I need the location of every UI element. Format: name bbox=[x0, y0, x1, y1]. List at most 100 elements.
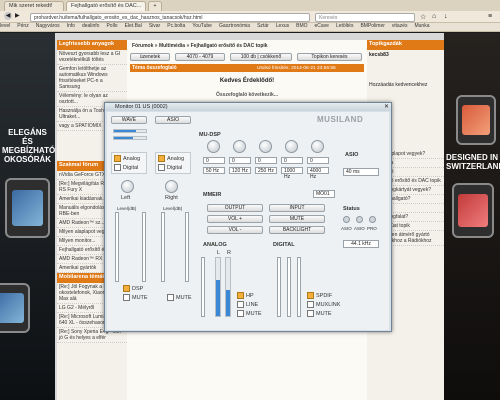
eq-gain-field[interactable]: 0 bbox=[255, 157, 277, 164]
bookmark-item[interactable]: Lexus bbox=[276, 23, 289, 29]
moderator-name[interactable]: kecsb83 bbox=[367, 50, 444, 60]
analog-option[interactable]: Analog bbox=[114, 155, 144, 162]
asio-title: ASIO bbox=[345, 152, 359, 158]
status-label: PRO bbox=[367, 226, 377, 231]
eq-gain-field[interactable]: 0 bbox=[281, 157, 303, 164]
bookmark-item[interactable]: Sivar bbox=[149, 23, 160, 29]
back-icon[interactable]: ◀ bbox=[4, 12, 12, 20]
new-tab-button[interactable]: + bbox=[148, 1, 162, 11]
eq-gain-field[interactable]: 0 bbox=[229, 157, 251, 164]
eq-freq-field[interactable]: 120 Hz bbox=[229, 167, 251, 174]
menu-icon[interactable]: ≡ bbox=[488, 13, 497, 22]
mixer-button-mute[interactable]: MUTE bbox=[269, 215, 325, 223]
url-input[interactable]: prohardver.hu/tema/fulhallgato_erosito_e… bbox=[30, 13, 310, 22]
level-meter-r bbox=[225, 257, 231, 317]
left-advertisement[interactable]: ELEGÁNS ÉS MEGBÍZHATÓ OKOSÓRÁK bbox=[0, 33, 55, 400]
bookmark-item[interactable]: YouTube bbox=[192, 23, 212, 29]
updated-text: Utolsó frissítés: 2014-06-21 23:56:56 bbox=[257, 66, 336, 71]
dsp-toggle[interactable]: DSP bbox=[123, 285, 143, 292]
analog-fader[interactable] bbox=[201, 257, 205, 317]
eq-gain-field[interactable]: 0 bbox=[307, 157, 329, 164]
messages-button[interactable]: üzenetek bbox=[130, 53, 170, 61]
bookmark-item[interactable]: level bbox=[0, 23, 10, 29]
favorites-link[interactable]: Hozzáadás kedvencekhez bbox=[367, 80, 444, 90]
wave-fader-r[interactable] bbox=[142, 212, 146, 282]
mixer-button-vol-[interactable]: VOL - bbox=[207, 226, 263, 234]
download-icon[interactable]: ↓ bbox=[444, 13, 453, 22]
eq-knob[interactable] bbox=[285, 140, 298, 153]
bookmark-item[interactable]: BMPolimer bbox=[360, 23, 384, 29]
topic-search[interactable]: Topikon keresés bbox=[297, 53, 362, 61]
analog-option-2[interactable]: Analog bbox=[158, 155, 188, 162]
eq-gain-field[interactable]: 0 bbox=[203, 157, 225, 164]
tab-asio[interactable]: ASIO bbox=[155, 116, 191, 124]
bookmark-item[interactable]: dealinfo bbox=[82, 23, 100, 29]
tab-1[interactable]: Mik szeret rekedt! bbox=[4, 1, 64, 11]
digital-option[interactable]: Digital bbox=[114, 164, 144, 171]
eq-knob[interactable] bbox=[259, 140, 272, 153]
mute-toggle-2[interactable]: MUTE bbox=[167, 294, 192, 301]
eq-freq-field[interactable]: 250 Hz bbox=[255, 167, 277, 174]
list-item[interactable]: Növeszt gyorsabb lesz a GI vezetéknélkül… bbox=[57, 50, 127, 65]
bookmark-item[interactable]: Nagyváros bbox=[36, 23, 60, 29]
eq-freq-field[interactable]: 4000 Hz bbox=[307, 167, 329, 180]
asio-buffer-select[interactable]: 40 ms bbox=[343, 168, 379, 176]
bookmark-item[interactable]: Pc.bolta bbox=[167, 23, 185, 29]
bookmark-item[interactable]: Letöltés bbox=[336, 23, 354, 29]
eq-knob[interactable] bbox=[311, 140, 324, 153]
bookmark-item[interactable]: Pénz bbox=[17, 23, 28, 29]
wave-level-bar bbox=[113, 129, 147, 133]
asio-fader-r[interactable] bbox=[185, 212, 189, 282]
eq-freq-field[interactable]: 1000 Hz bbox=[281, 167, 303, 180]
bookmark-item[interactable]: Gasztronómia bbox=[219, 23, 250, 29]
analog-toggle-hp[interactable]: HP bbox=[237, 292, 254, 299]
eq-knob[interactable] bbox=[207, 140, 220, 153]
digital-toggle-muxlink[interactable]: MUXLINK bbox=[307, 301, 340, 308]
list-item[interactable]: Gemfon letölthetje az automatikus Window… bbox=[57, 65, 127, 92]
digital-option-2[interactable]: Digital bbox=[158, 164, 188, 171]
right-advertisement[interactable]: DESIGNED IN SWITZERLAND bbox=[444, 33, 500, 400]
bookmark-item[interactable]: Munka bbox=[414, 23, 429, 29]
sort-select[interactable]: 100 db | csökkenő bbox=[230, 53, 292, 61]
asio-fader-l[interactable] bbox=[161, 212, 165, 282]
analog-toggle-line[interactable]: LINE bbox=[237, 301, 258, 308]
search-input[interactable]: Keresés bbox=[315, 13, 415, 22]
eq-freq-field[interactable]: 50 Hz bbox=[203, 167, 225, 174]
greeting: Kedves Érdeklődő! bbox=[219, 78, 275, 84]
wave-fader-l[interactable] bbox=[115, 212, 119, 282]
home-icon[interactable]: ⌂ bbox=[432, 13, 441, 22]
digital-toggle-mute[interactable]: MUTE bbox=[307, 310, 332, 317]
bookmark-item[interactable]: BMO bbox=[296, 23, 307, 29]
mute-toggle[interactable]: MUTE bbox=[123, 294, 148, 301]
digital-fader-1[interactable] bbox=[277, 257, 281, 317]
bookmark-item[interactable]: Info bbox=[67, 23, 75, 29]
close-icon[interactable]: ✕ bbox=[382, 103, 391, 111]
forward-icon[interactable]: ▶ bbox=[15, 12, 23, 20]
level-label: Level(dB) bbox=[163, 206, 183, 211]
analog-title: ANALOG bbox=[203, 242, 227, 248]
right-ad-text: DESIGNED IN SWITZERLAND bbox=[446, 153, 500, 171]
left-knob[interactable] bbox=[121, 180, 134, 193]
digital-fader-2[interactable] bbox=[287, 257, 291, 317]
bookmark-item[interactable]: vitazés bbox=[392, 23, 408, 29]
bookmark-item[interactable]: Pollo bbox=[106, 23, 117, 29]
mixer-button-input[interactable]: INPUT bbox=[269, 204, 325, 212]
device-select[interactable]: MO01 bbox=[313, 190, 335, 198]
right-knob[interactable] bbox=[165, 180, 178, 193]
analog-toggle-mute[interactable]: MUTE bbox=[237, 310, 262, 317]
digital-toggle-spdif[interactable]: SPDIF bbox=[307, 292, 332, 299]
sample-rate: 44.1 kHz bbox=[343, 240, 379, 248]
mixer-button-backlight[interactable]: BACKLIGHT bbox=[269, 226, 325, 234]
star-icon[interactable]: ☆ bbox=[420, 13, 429, 22]
bookmark-item[interactable]: eCave bbox=[315, 23, 329, 29]
pager[interactable]: 4070 - 4079 bbox=[175, 53, 225, 61]
tab-2[interactable]: Fejhallgató erősítő és DAC... bbox=[66, 1, 146, 11]
bookmark-item[interactable]: Sztár bbox=[257, 23, 269, 29]
tab-wave[interactable]: WAVE bbox=[111, 116, 147, 124]
bookmark-item[interactable]: Elet.Bal bbox=[125, 23, 142, 29]
eq-knob[interactable] bbox=[233, 140, 246, 153]
mixer-button-vol-[interactable]: VOL + bbox=[207, 215, 263, 223]
mixer-button-output[interactable]: OUTPUT bbox=[207, 204, 263, 212]
digital-fader-3[interactable] bbox=[297, 257, 301, 317]
watch-image bbox=[5, 178, 50, 238]
